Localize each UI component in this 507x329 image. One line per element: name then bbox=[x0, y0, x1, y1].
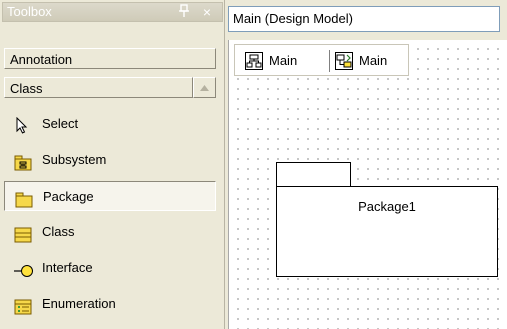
subsystem-icon bbox=[14, 152, 32, 171]
chevron-up-icon bbox=[200, 85, 209, 91]
interface-icon bbox=[14, 260, 33, 277]
pointer-icon bbox=[14, 116, 32, 134]
diagram-link-icon bbox=[335, 52, 353, 70]
tab-main-link[interactable]: Main bbox=[335, 49, 411, 73]
tool-interface[interactable]: Interface bbox=[4, 253, 216, 283]
tool-subsystem[interactable]: Subsystem bbox=[4, 145, 216, 175]
design-canvas[interactable] bbox=[228, 40, 507, 329]
tool-label: Select bbox=[42, 116, 79, 131]
tool-label: Subsystem bbox=[42, 152, 107, 167]
pin-icon[interactable] bbox=[177, 4, 191, 20]
tool-class[interactable]: Class bbox=[4, 217, 216, 247]
document-title: Main (Design Model) bbox=[228, 6, 500, 32]
tab-main[interactable]: Main bbox=[245, 49, 325, 73]
package-name[interactable]: Package1 bbox=[358, 199, 416, 214]
package-shape-tab[interactable] bbox=[276, 162, 351, 187]
category-class[interactable]: Class bbox=[4, 77, 193, 98]
diagram-tab-bar: Main Main bbox=[234, 44, 409, 76]
tool-label: Interface bbox=[42, 260, 93, 275]
scroll-up-button[interactable] bbox=[193, 77, 216, 98]
enumeration-icon bbox=[14, 296, 32, 315]
tool-label: Enumeration bbox=[42, 296, 116, 311]
class-icon bbox=[14, 224, 32, 243]
tab-label: Main bbox=[359, 53, 388, 68]
package-icon bbox=[15, 189, 33, 208]
diagram-icon bbox=[245, 52, 263, 70]
tab-label: Main bbox=[269, 53, 298, 68]
close-icon[interactable]: × bbox=[199, 3, 215, 21]
package-shape[interactable]: Package1 bbox=[276, 186, 498, 277]
tool-select[interactable]: Select bbox=[4, 109, 216, 139]
tool-label: Class bbox=[42, 224, 75, 239]
toolbox-title: Toolbox bbox=[7, 4, 52, 19]
tool-label: Package bbox=[43, 189, 94, 204]
toolbox-panel: Toolbox × Annotation Class Select Subsys… bbox=[0, 0, 225, 329]
category-annotation[interactable]: Annotation bbox=[4, 48, 216, 69]
tool-enumeration[interactable]: Enumeration bbox=[4, 289, 216, 319]
tool-package[interactable]: Package bbox=[4, 181, 216, 211]
toolbox-title-bar: Toolbox × bbox=[2, 2, 223, 22]
tab-separator bbox=[329, 50, 330, 72]
